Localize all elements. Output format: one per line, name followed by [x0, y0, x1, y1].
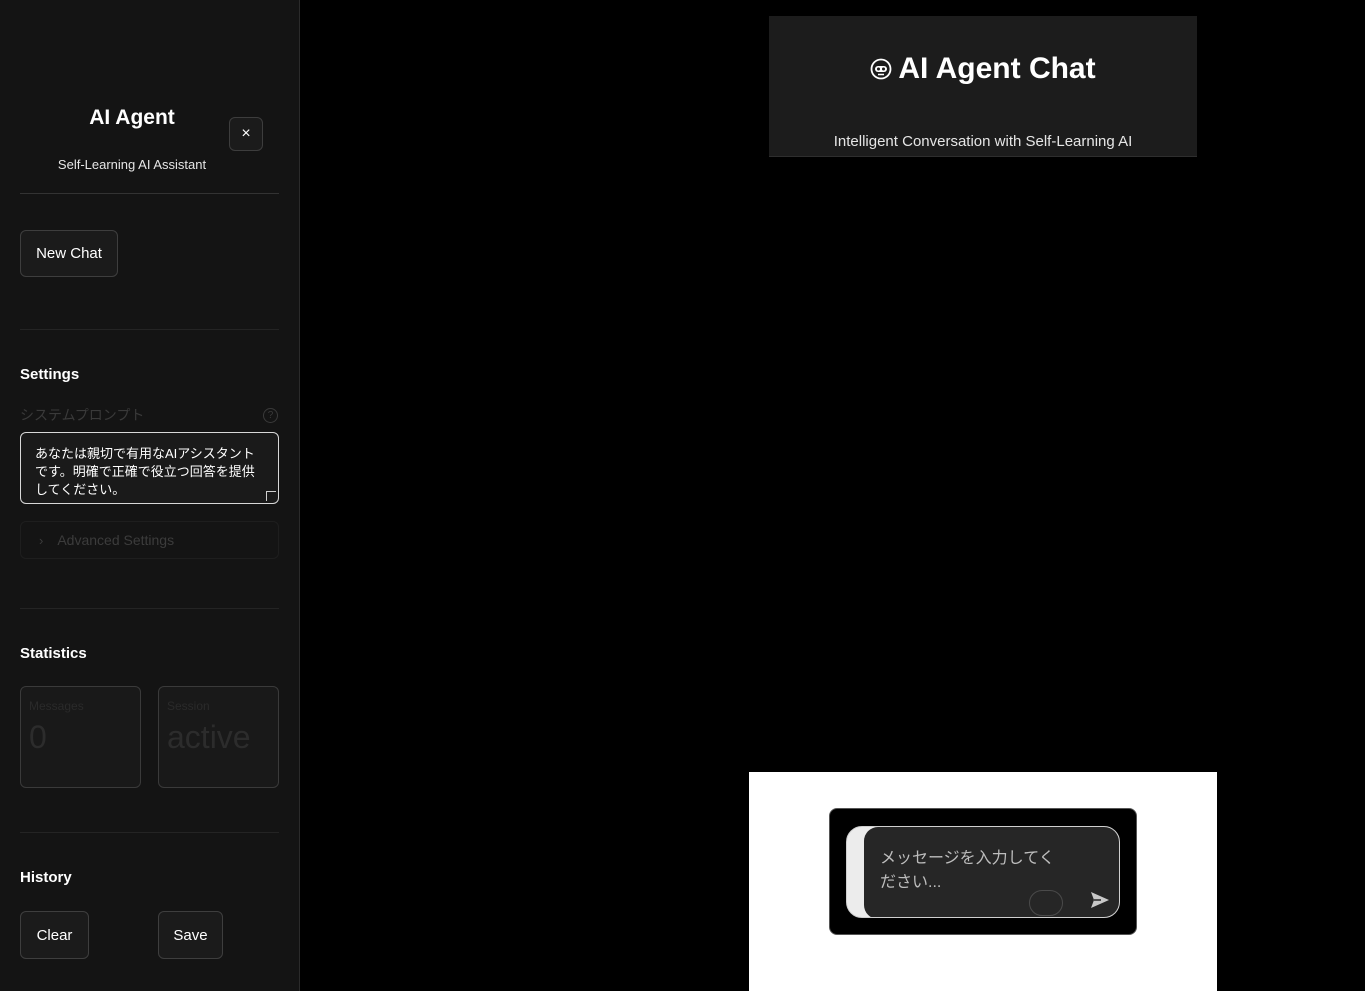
message-input-placeholder: メッセージを入力してください... [880, 850, 1055, 891]
divider [20, 329, 279, 330]
send-icon[interactable] [1090, 891, 1110, 909]
divider [20, 608, 279, 609]
system-prompt-textarea[interactable]: あなたは親切で有用なAIアシスタントです。明確で正確で役立つ回答を提供してくださ… [20, 432, 279, 504]
message-input[interactable]: メッセージを入力してください... [864, 827, 1119, 917]
resize-handle-icon[interactable] [266, 491, 276, 501]
chat-input-panel: メッセージを入力してください... [749, 772, 1217, 991]
divider [20, 193, 279, 194]
messages-stat-card: Messages 0 [20, 686, 141, 788]
session-stat-value: active [167, 719, 251, 755]
page-title-row: AI Agent Chat [769, 52, 1197, 86]
page-subtitle: Intelligent Conversation with Self-Learn… [833, 133, 1133, 150]
system-prompt-text: あなたは親切で有用なAIアシスタントです。明確で正確で役立つ回答を提供してくださ… [35, 446, 255, 497]
session-stat-card: Session active [158, 686, 279, 788]
voice-toggle[interactable] [1029, 890, 1063, 916]
system-prompt-label: システムプロンプト [20, 407, 145, 423]
chat-header: AI Agent Chat Intelligent Conversation w… [769, 16, 1197, 157]
sidebar-subtitle: Self-Learning AI Assistant [57, 157, 207, 172]
session-stat-label: Session [167, 699, 210, 713]
advanced-settings-label: Advanced Settings [57, 532, 175, 548]
help-icon[interactable]: ? [263, 408, 278, 423]
close-sidebar-button[interactable]: × [229, 117, 263, 151]
save-history-button[interactable]: Save [158, 911, 223, 959]
clear-history-button[interactable]: Clear [20, 911, 89, 959]
messages-stat-label: Messages [29, 699, 84, 713]
chat-input-frame: メッセージを入力してください... [829, 808, 1137, 935]
chat-input-container: メッセージを入力してください... [846, 826, 1120, 918]
page-title: AI Agent Chat [898, 52, 1096, 85]
robot-icon [870, 58, 892, 80]
settings-heading: Settings [20, 366, 80, 383]
sidebar-title: AI Agent [89, 106, 175, 129]
statistics-heading: Statistics [20, 645, 87, 662]
chevron-right-icon: › [39, 532, 44, 548]
new-chat-button[interactable]: New Chat [20, 230, 118, 277]
history-heading: History [20, 869, 72, 886]
divider [20, 832, 279, 833]
close-icon: × [241, 125, 251, 142]
sidebar: AI Agent Self-Learning AI Assistant × Ne… [0, 0, 300, 991]
messages-stat-value: 0 [29, 719, 47, 755]
advanced-settings-expander[interactable]: › Advanced Settings [20, 521, 279, 559]
